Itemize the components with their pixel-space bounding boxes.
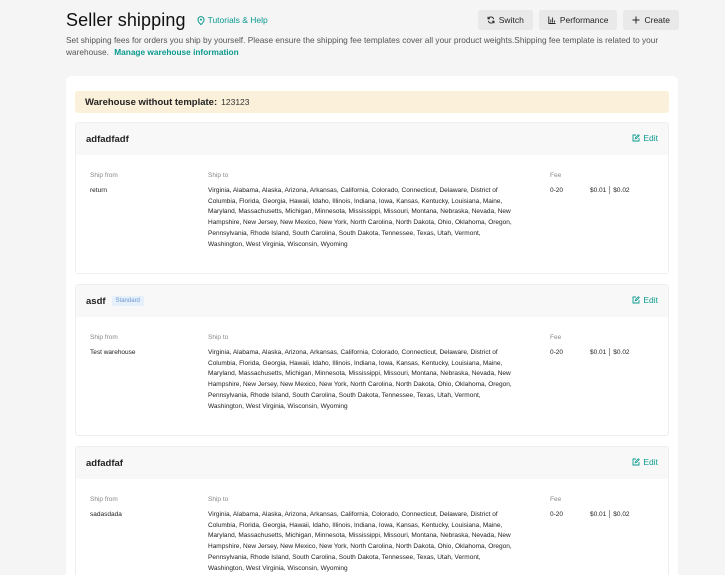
ship-from-label: Ship from bbox=[90, 334, 118, 341]
template-card: adfadfadf Edit Ship from Ship to Fee ret… bbox=[75, 122, 669, 274]
banner-value: 123123 bbox=[221, 97, 250, 107]
main-panel: Warehouse without template: 123123 adfad… bbox=[66, 76, 678, 575]
fee-label: Fee bbox=[550, 496, 562, 503]
location-pin-icon bbox=[197, 15, 205, 25]
header-actions: Switch Performance Create bbox=[477, 10, 679, 30]
tutorials-help-link[interactable]: Tutorials & Help bbox=[197, 15, 268, 25]
ship-to-value: Virginia, Alabama, Alaska, Arizona, Arka… bbox=[208, 511, 512, 572]
tutorials-help-label: Tutorials & Help bbox=[207, 15, 268, 25]
fee-additional: $0.02 bbox=[613, 348, 630, 356]
template-card: adfadfaf Edit Ship from Ship to Fee sada… bbox=[75, 446, 669, 575]
fee-first: $0.01 bbox=[590, 510, 607, 518]
edit-button[interactable]: Edit bbox=[632, 133, 658, 143]
template-card-header: adfadfaf Edit bbox=[76, 447, 668, 479]
page-description: Set shipping fees for orders you ship by… bbox=[66, 34, 686, 58]
ship-from-value: Test warehouse bbox=[90, 349, 136, 356]
edit-button[interactable]: Edit bbox=[632, 457, 658, 467]
ship-to-value: Virginia, Alabama, Alaska, Arizona, Arka… bbox=[208, 349, 512, 410]
template-card-header: adfadfadf Edit bbox=[76, 123, 668, 155]
performance-label: Performance bbox=[559, 15, 609, 25]
edit-label: Edit bbox=[643, 133, 658, 143]
page-title: Seller shipping bbox=[66, 9, 186, 30]
fee-values: $0.01 $0.02 bbox=[590, 186, 630, 194]
edit-icon bbox=[632, 134, 641, 142]
template-card-body: Ship from Ship to Fee return Virginia, A… bbox=[76, 155, 668, 273]
edit-label: Edit bbox=[643, 295, 658, 305]
ship-to-label: Ship to bbox=[208, 334, 229, 341]
fee-range: 0-20 bbox=[550, 511, 564, 518]
create-button[interactable]: Create bbox=[623, 10, 679, 30]
switch-button[interactable]: Switch bbox=[477, 10, 533, 30]
fee-label: Fee bbox=[550, 172, 562, 179]
fee-first: $0.01 bbox=[590, 348, 607, 356]
plus-icon bbox=[632, 16, 640, 24]
ship-from-label: Ship from bbox=[90, 496, 118, 503]
template-card-body: Ship from Ship to Fee sadasdada Virginia… bbox=[76, 479, 668, 575]
edit-icon bbox=[632, 296, 641, 304]
edit-label: Edit bbox=[643, 457, 658, 467]
standard-badge: Standard bbox=[111, 296, 144, 306]
fee-range: 0-20 bbox=[550, 349, 564, 356]
warehouse-without-template-banner: Warehouse without template: 123123 bbox=[75, 91, 669, 113]
manage-warehouse-link[interactable]: Manage warehouse information bbox=[114, 47, 238, 57]
fee-label: Fee bbox=[550, 334, 562, 341]
template-card-header: asdf Standard Edit bbox=[76, 285, 668, 317]
ship-from-value: return bbox=[90, 187, 107, 194]
switch-label: Switch bbox=[498, 15, 524, 25]
page-header: Seller shipping Tutorials & Help Switch … bbox=[66, 10, 679, 30]
bar-chart-icon bbox=[548, 16, 556, 24]
ship-to-label: Ship to bbox=[208, 496, 229, 503]
template-name: adfadfadf bbox=[86, 133, 129, 145]
fee-range: 0-20 bbox=[550, 187, 564, 194]
fee-divider bbox=[609, 510, 611, 518]
performance-button[interactable]: Performance bbox=[538, 10, 618, 30]
edit-icon bbox=[632, 458, 641, 466]
banner-label: Warehouse without template: bbox=[85, 96, 218, 108]
fee-first: $0.01 bbox=[590, 186, 607, 194]
fee-values: $0.01 $0.02 bbox=[590, 510, 630, 518]
fee-divider bbox=[609, 348, 611, 356]
fee-additional: $0.02 bbox=[613, 186, 630, 194]
ship-to-label: Ship to bbox=[208, 172, 229, 179]
refresh-icon bbox=[487, 16, 495, 24]
template-card-body: Ship from Ship to Fee Test warehouse Vir… bbox=[76, 317, 668, 435]
template-card: asdf Standard Edit Ship from Ship to Fee… bbox=[75, 284, 669, 436]
ship-from-label: Ship from bbox=[90, 172, 118, 179]
ship-from-value: sadasdada bbox=[90, 511, 122, 518]
fee-values: $0.01 $0.02 bbox=[590, 348, 630, 356]
create-label: Create bbox=[644, 15, 670, 25]
edit-button[interactable]: Edit bbox=[632, 295, 658, 305]
template-name: adfadfaf bbox=[86, 457, 123, 469]
fee-divider bbox=[609, 186, 611, 194]
ship-to-value: Virginia, Alabama, Alaska, Arizona, Arka… bbox=[208, 187, 512, 248]
template-name: asdf bbox=[86, 295, 106, 307]
fee-additional: $0.02 bbox=[613, 510, 630, 518]
